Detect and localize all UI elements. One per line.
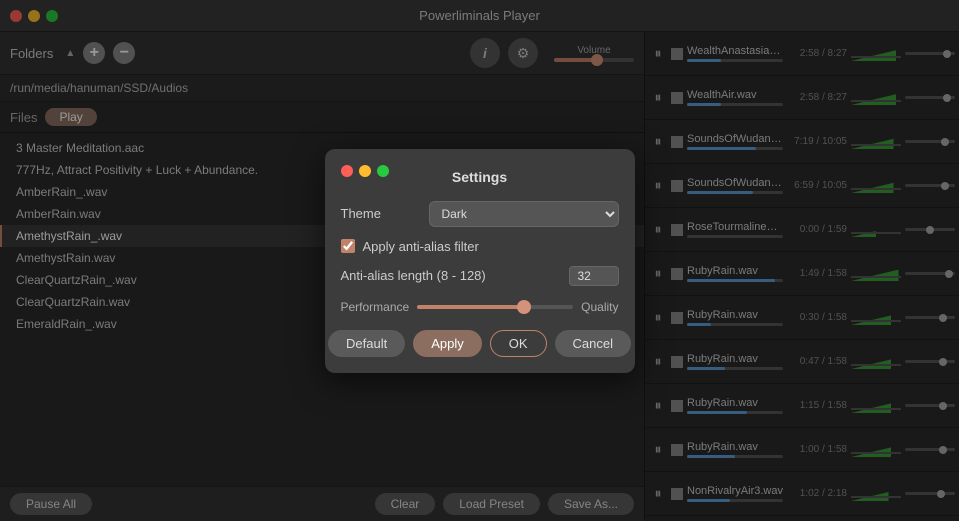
theme-label: Theme xyxy=(341,206,421,221)
antialias-length-input[interactable] xyxy=(569,266,619,286)
performance-slider[interactable] xyxy=(417,305,573,309)
cancel-button[interactable]: Cancel xyxy=(555,330,631,357)
modal-buttons: Default Apply OK Cancel xyxy=(341,330,619,357)
apply-button[interactable]: Apply xyxy=(413,330,482,357)
performance-row: Performance Quality xyxy=(341,300,619,314)
ok-button[interactable]: OK xyxy=(490,330,547,357)
modal-overlay: Settings Theme Dark Light System Apply a… xyxy=(0,0,959,521)
antialias-length-label: Anti-alias length (8 - 128) xyxy=(341,268,561,283)
antialias-checkbox[interactable] xyxy=(341,239,355,253)
performance-label: Performance xyxy=(341,300,410,314)
settings-modal: Settings Theme Dark Light System Apply a… xyxy=(325,149,635,373)
theme-select[interactable]: Dark Light System xyxy=(429,201,619,227)
antialias-checkbox-label: Apply anti-alias filter xyxy=(363,239,479,254)
antialias-length-row: Anti-alias length (8 - 128) xyxy=(341,266,619,286)
modal-max-button[interactable] xyxy=(377,165,389,177)
antialias-checkbox-row: Apply anti-alias filter xyxy=(341,239,619,254)
modal-min-button[interactable] xyxy=(359,165,371,177)
quality-label: Quality xyxy=(581,300,618,314)
theme-row: Theme Dark Light System xyxy=(341,201,619,227)
modal-close-button[interactable] xyxy=(341,165,353,177)
default-button[interactable]: Default xyxy=(328,330,405,357)
